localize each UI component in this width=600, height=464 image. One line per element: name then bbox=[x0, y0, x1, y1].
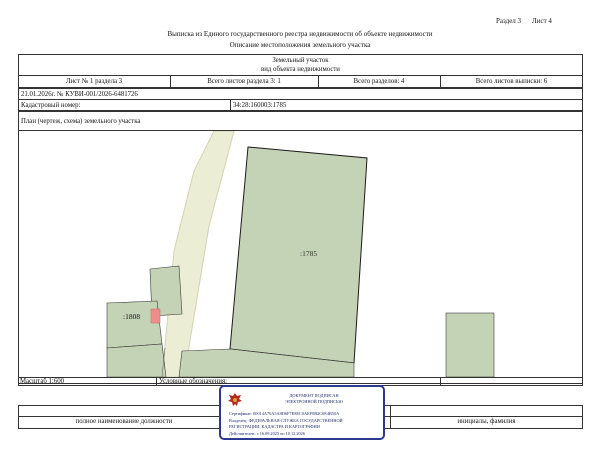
info-divider bbox=[18, 99, 583, 100]
object-type-value: Земельный участок bbox=[272, 57, 329, 64]
total-extract-sheets: Всего листов выписки: 6 bbox=[475, 78, 548, 85]
total-section-sheets: Всего листов раздела 3: 1 bbox=[207, 78, 281, 85]
plan-caption: План (чертеж, схема) земельного участка bbox=[21, 118, 141, 125]
cadastral-number: 34:28:160003:1785 bbox=[233, 102, 287, 109]
legend-label: Условные обозначения: bbox=[159, 378, 227, 385]
left-parcel-1808 bbox=[106, 300, 163, 349]
sheet-of-section: Лист № 1 раздела 3 bbox=[65, 78, 123, 85]
date-and-number: 21.01.2026г. № КУВИ-001/2026-6481726 bbox=[21, 91, 138, 98]
section-number: Раздел 3 bbox=[496, 17, 522, 25]
stamp-validity: Действителен: с 16.09.2025 по 10.12.2026 bbox=[229, 431, 305, 436]
stamp-certificate: Сертификат: 00014A70A5A8D6F7E8EC0AEF0B2C… bbox=[229, 411, 340, 416]
object-type-caption: вид объекта недвижимости bbox=[261, 66, 340, 73]
right-parcel bbox=[445, 312, 495, 377]
info-divider bbox=[230, 99, 231, 111]
building-marker bbox=[150, 308, 161, 324]
footer-name-caption: инициалы, фамилия bbox=[457, 418, 516, 425]
legend-divider bbox=[440, 377, 441, 386]
stamp-line-2: ЭЛЕКТРОННОЙ ПОДПИСЬЮ bbox=[285, 399, 343, 404]
e-signature-stamp: ДОКУМЕНТ ПОДПИСАН ЭЛЕКТРОННОЙ ПОДПИСЬЮ С… bbox=[219, 385, 385, 440]
main-parcel bbox=[229, 146, 368, 364]
stamp-owner-2: РЕГИСТРАЦИИ, КАДАСТРА И КАРТОГРАФИИ bbox=[229, 424, 320, 429]
footer-position-caption: полное наименование должности bbox=[75, 418, 173, 425]
left-parcel-label: :1808 bbox=[123, 312, 141, 321]
document-title: Выписка из Единого государственного реес… bbox=[167, 30, 433, 38]
cadastral-label: Кадастровый номер: bbox=[21, 102, 81, 109]
main-parcel-label: :1785 bbox=[300, 249, 318, 258]
total-sections: Всего разделов: 4 bbox=[353, 78, 405, 85]
scale-label: Масштаб 1:600 bbox=[20, 378, 65, 385]
document-subtitle: Описание местоположения земельного участ… bbox=[229, 41, 371, 49]
table-divider bbox=[18, 75, 583, 76]
road-strip bbox=[161, 131, 235, 377]
stamp-line-1: ДОКУМЕНТ ПОДПИСАН bbox=[289, 393, 339, 398]
legend-divider bbox=[156, 377, 157, 386]
left-parcel-lower bbox=[106, 343, 167, 377]
stamp-owner-1: Владелец: ФЕДЕРАЛЬНАЯ СЛУЖБА ГОСУДАРСТВЕ… bbox=[229, 418, 343, 423]
sheet-number: Лист 4 bbox=[532, 17, 552, 25]
